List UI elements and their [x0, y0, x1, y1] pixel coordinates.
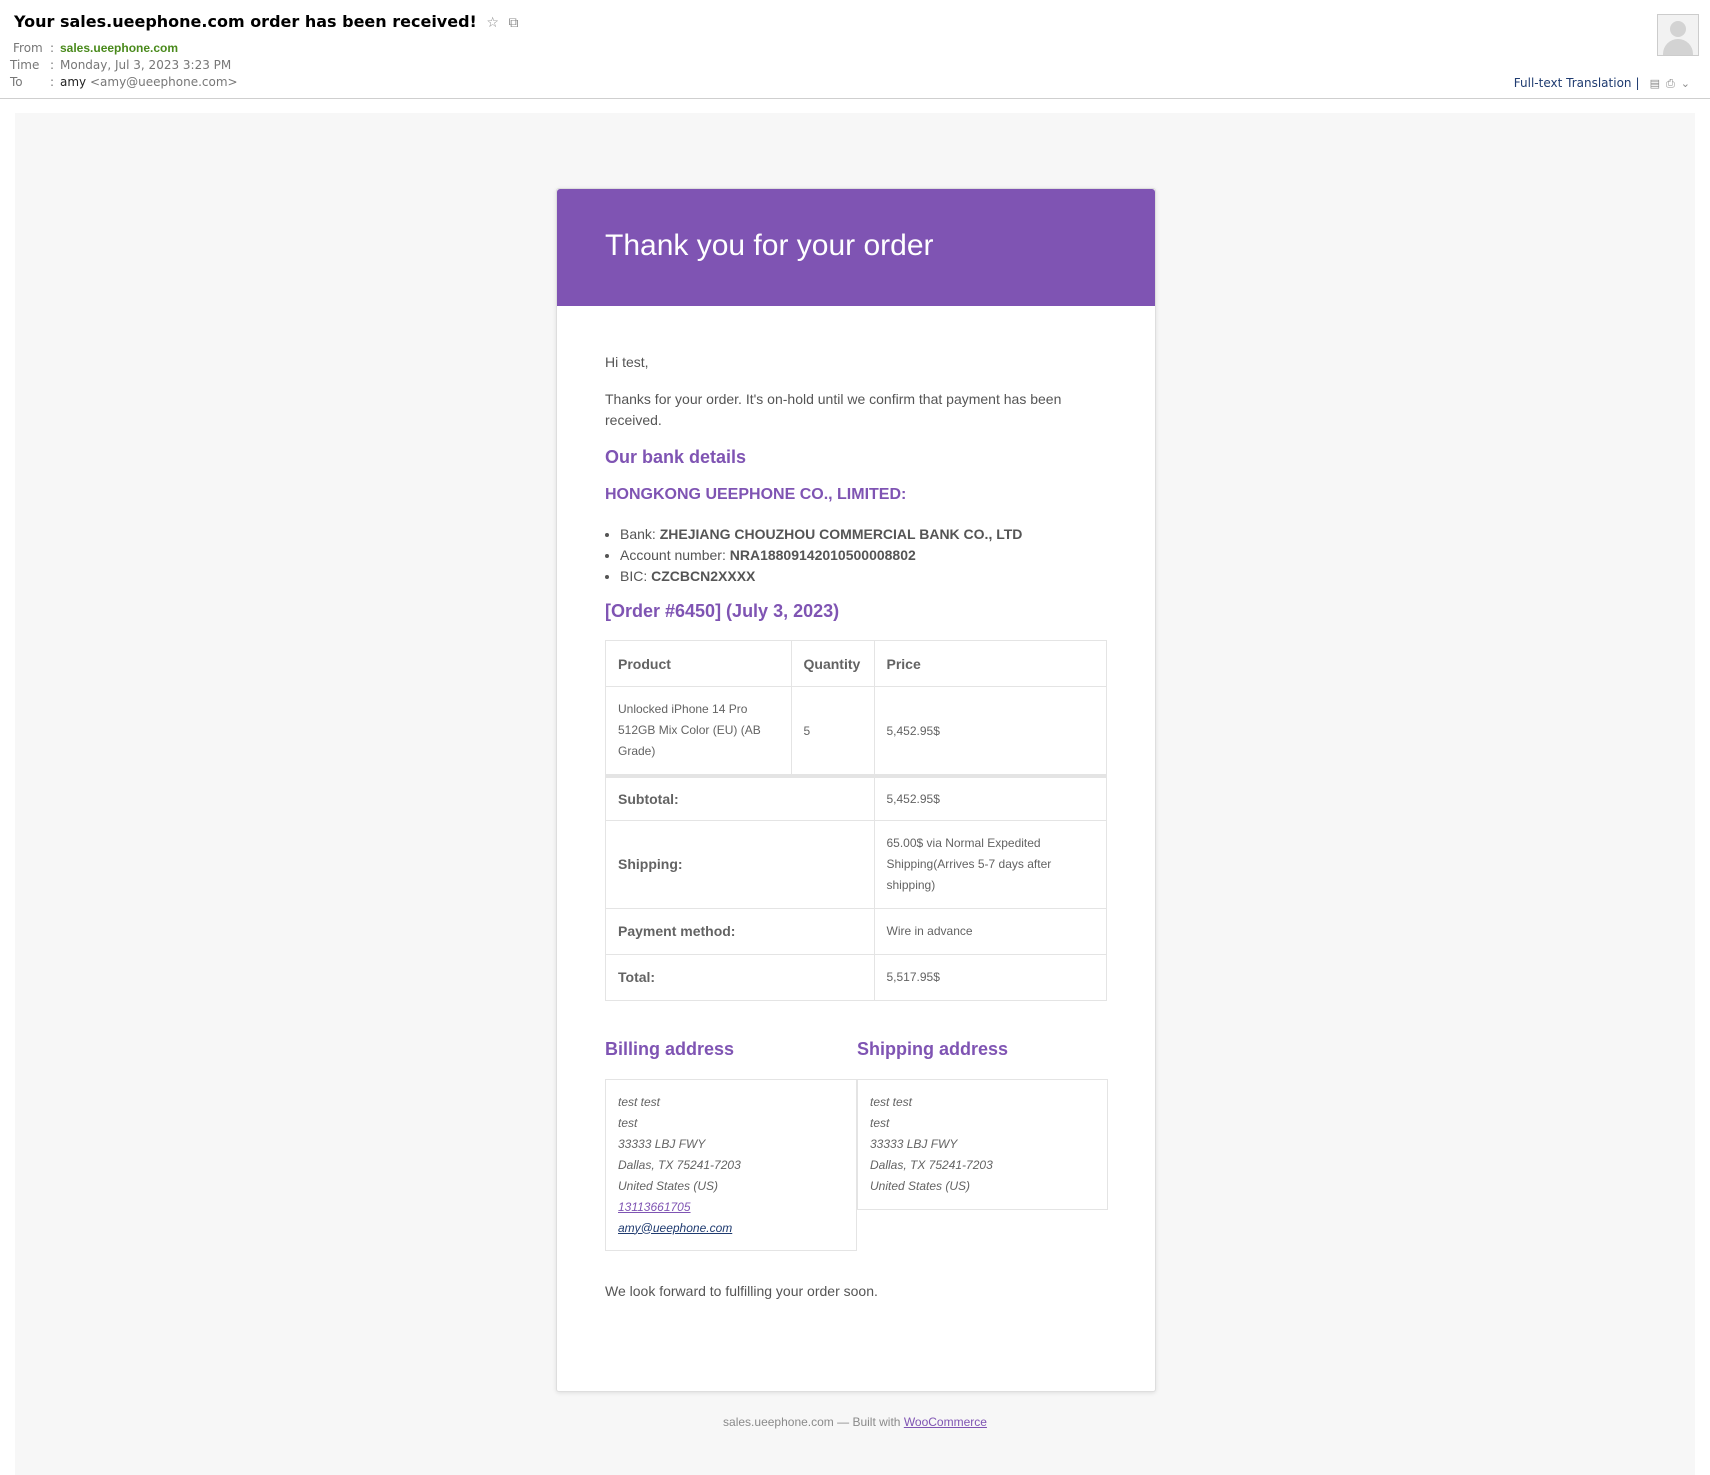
bank-item: Bank: ZHEJIANG CHOUZHOU COMMERCIAL BANK … [620, 524, 1107, 545]
email-subject: Your sales.ueephone.com order has been r… [14, 12, 519, 31]
order-card: Thank you for your order Hi test, Thanks… [556, 188, 1156, 1392]
email-body: Thank you for your order Hi test, Thanks… [15, 113, 1695, 1475]
shipping-street: 33333 LBJ FWY [870, 1136, 958, 1151]
billing-address-box: test test test 33333 LBJ FWY Dallas, TX … [605, 1078, 857, 1251]
closing-text: We look forward to fulfilling your order… [605, 1282, 878, 1299]
order-table: Product Quantity Price Unlocked iPhone 1… [605, 640, 1107, 1001]
payment-method-label: Payment method: [605, 907, 875, 955]
to-name[interactable]: amy [60, 75, 86, 89]
full-text-translation-link[interactable]: Full-text Translation [1514, 76, 1632, 90]
shipping-address-box: test test test 33333 LBJ FWY Dallas, TX … [857, 1078, 1108, 1210]
item-product: Unlocked iPhone 14 Pro 512GB Mix Color (… [605, 686, 792, 777]
billing-street: 33333 LBJ FWY [618, 1136, 706, 1151]
mail-header: Your sales.ueephone.com order has been r… [0, 0, 1710, 99]
total-value: 5,517.95$ [873, 953, 1107, 1001]
billing-company: test [618, 1115, 638, 1130]
company-heading: HONGKONG UEEPHONE CO., LIMITED: [605, 486, 907, 503]
addresses-section: Billing address Shipping address test te… [605, 1038, 1108, 1269]
to-row: To: amy <amy@ueephone.com> [10, 75, 238, 89]
item-quantity: 5 [790, 686, 875, 777]
account-number-item: Account number: NRA18809142010500008802 [620, 545, 1107, 566]
shipping-label: Shipping: [605, 819, 875, 909]
billing-country: United States (US) [618, 1178, 719, 1193]
item-price: 5,452.95$ [873, 686, 1107, 777]
total-label: Total: [605, 953, 875, 1001]
billing-address-heading: Billing address [605, 1038, 735, 1059]
col-quantity-header: Quantity [790, 640, 875, 687]
shipping-row: Shipping: 65.00$ via Normal Expedited Sh… [605, 819, 1107, 909]
shipping-country: United States (US) [870, 1178, 971, 1193]
to-address: <amy@ueephone.com> [89, 75, 238, 89]
subtotal-row: Subtotal: 5,452.95$ [605, 774, 1107, 821]
time-value: Monday, Jul 3, 2023 3:23 PM [60, 58, 232, 72]
payment-method-value: Wire in advance [873, 907, 1107, 955]
from-value[interactable]: sales.ueephone.com [60, 41, 178, 55]
table-header-row: Product Quantity Price [605, 640, 1107, 687]
subtotal-value: 5,452.95$ [873, 774, 1107, 821]
total-row: Total: 5,517.95$ [605, 953, 1107, 1001]
bic-item: BIC: CZCBCN2XXXX [620, 566, 1107, 587]
time-label: Time [10, 58, 40, 72]
to-label: To [10, 75, 23, 89]
from-row: From: sales.ueephone.com [10, 41, 178, 55]
shipping-company: test [870, 1115, 890, 1130]
greeting: Hi test, [605, 354, 649, 370]
billing-city: Dallas, TX 75241-7203 [618, 1157, 741, 1172]
footer-text: sales.ueephone.com — Built with [723, 1415, 904, 1429]
woocommerce-link[interactable]: WooCommerce [904, 1415, 987, 1429]
translate-toolbar: Full-text Translation | ▤ ⎙ ⌄ [1513, 76, 1690, 90]
from-label: From [13, 41, 43, 55]
billing-phone-link[interactable]: 13113661705 [618, 1200, 691, 1214]
sender-avatar[interactable] [1657, 14, 1699, 56]
bank-details-heading: Our bank details [605, 447, 747, 467]
table-row: Unlocked iPhone 14 Pro 512GB Mix Color (… [605, 686, 1107, 777]
order-banner: Thank you for your order [557, 189, 1155, 306]
note-icon[interactable]: ▤ [1650, 77, 1660, 90]
shipping-name: test test [870, 1094, 913, 1109]
print-icon[interactable]: ⎙ [1666, 77, 1675, 90]
col-price-header: Price [873, 640, 1107, 687]
bank-details-list: Bank: ZHEJIANG CHOUZHOU COMMERCIAL BANK … [605, 524, 1107, 587]
order-heading: [Order #6450] (July 3, 2023) [605, 601, 840, 621]
shipping-address-heading: Shipping address [857, 1038, 1009, 1059]
billing-name: test test [618, 1094, 661, 1109]
col-product-header: Product [605, 640, 792, 687]
subtotal-label: Subtotal: [605, 774, 875, 821]
intro-text: Thanks for your order. It's on-hold unti… [605, 391, 1062, 428]
email-footer: sales.ueephone.com — Built with WooComme… [15, 1415, 1695, 1429]
time-row: Time: Monday, Jul 3, 2023 3:23 PM [10, 58, 232, 72]
order-content: Hi test, Thanks for your order. It's on-… [605, 306, 1108, 1302]
billing-email-link[interactable]: amy@ueephone.com [618, 1221, 732, 1235]
open-in-window-icon[interactable]: ⧉ [509, 15, 519, 31]
chevron-down-icon[interactable]: ⌄ [1681, 77, 1690, 90]
payment-method-row: Payment method: Wire in advance [605, 907, 1107, 955]
banner-title: Thank you for your order [605, 229, 934, 262]
subject-text: Your sales.ueephone.com order has been r… [14, 12, 477, 31]
shipping-city: Dallas, TX 75241-7203 [870, 1157, 993, 1172]
star-icon[interactable]: ☆ [486, 15, 499, 31]
shipping-value: 65.00$ via Normal Expedited Shipping(Arr… [873, 819, 1107, 909]
